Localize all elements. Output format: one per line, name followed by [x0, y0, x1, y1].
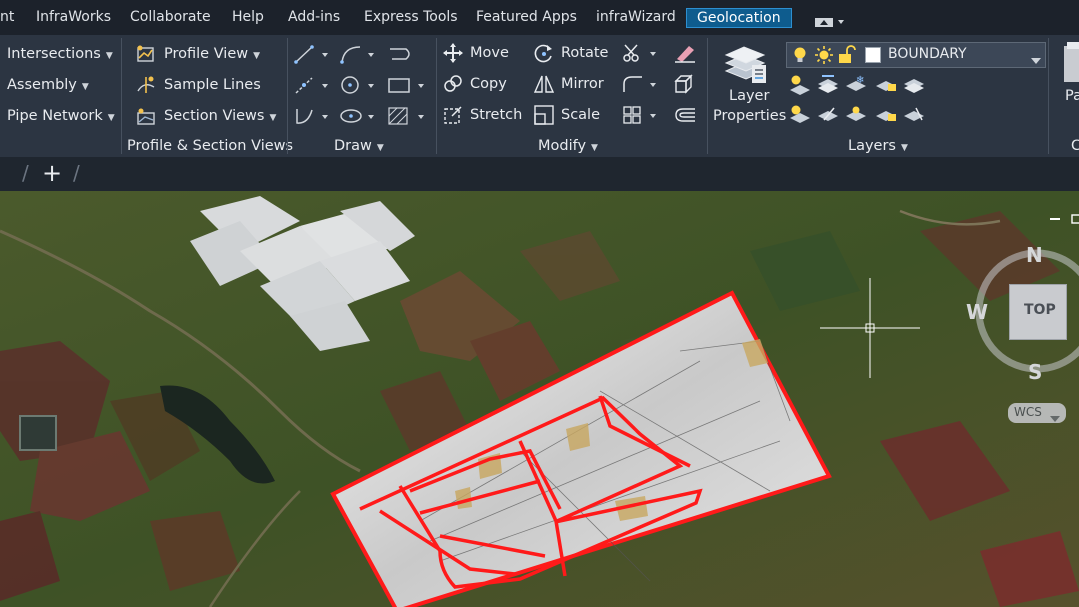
fillet-icon[interactable]: [622, 74, 662, 98]
intersections-button[interactable]: Intersections ▼: [7, 46, 113, 62]
layer-dropdown[interactable]: BOUNDARY: [786, 42, 1046, 68]
trim-icon[interactable]: [622, 43, 662, 67]
paste-icon[interactable]: [1062, 42, 1079, 86]
copy-button[interactable]: Copy: [470, 76, 507, 92]
scale-button[interactable]: Scale: [561, 107, 600, 123]
current-layer-name: BOUNDARY: [888, 46, 967, 62]
stretch-button[interactable]: Stretch: [470, 107, 522, 123]
panel-separator: [121, 38, 122, 154]
profile-section-panel-title[interactable]: Profile & Section Views: [127, 138, 293, 154]
sample-lines-icon: [136, 75, 156, 99]
panel-separator: [436, 38, 437, 154]
layer-properties-label-2[interactable]: Properties: [713, 108, 786, 124]
viewport-minimize-icon[interactable]: [1050, 209, 1079, 228]
profile-view-icon: [136, 44, 156, 68]
clipboard-title-partial[interactable]: C: [1071, 138, 1079, 154]
polyline-icon[interactable]: [386, 44, 416, 68]
layer-tools-grid[interactable]: ❄: [788, 72, 938, 128]
sun-icon[interactable]: [814, 45, 834, 69]
menu-tab-collaborate[interactable]: Collaborate: [130, 9, 211, 25]
ellipse-icon[interactable]: [340, 106, 380, 130]
section-views-icon: [136, 106, 156, 130]
hatch-icon[interactable]: [386, 106, 430, 130]
viewcube-top-face[interactable]: TOP: [1009, 284, 1067, 340]
tab-divider: /: [22, 161, 29, 185]
ribbon-toggle-icon[interactable]: [814, 13, 846, 32]
stretch-icon: [443, 105, 463, 129]
bulb-on-icon[interactable]: [792, 46, 808, 68]
draw-panel-title[interactable]: Draw ▼: [334, 138, 384, 154]
menu-bar: nt InfraWorks Collaborate Help Add-ins E…: [0, 0, 1079, 35]
mirror-icon: [533, 74, 555, 98]
rotate-icon: [534, 43, 554, 67]
menu-tab-express-tools[interactable]: Express Tools: [364, 9, 458, 25]
chevron-down-icon[interactable]: [1050, 409, 1060, 428]
menu-tab-infraworks[interactable]: InfraWorks: [36, 9, 111, 25]
copy-icon: [443, 74, 463, 98]
arc-icon[interactable]: [340, 44, 380, 68]
line-icon[interactable]: [294, 44, 330, 68]
rectangle-icon[interactable]: [386, 75, 430, 99]
aerial-map-background: [0, 191, 1079, 607]
viewcube-top-label: TOP: [1024, 302, 1056, 318]
scale-icon: [534, 105, 554, 129]
file-tab-strip: / + /: [0, 157, 1079, 191]
menu-tab-partial[interactable]: nt: [0, 9, 14, 25]
circle-icon[interactable]: [340, 75, 380, 99]
spline-icon[interactable]: [294, 106, 330, 130]
panel-separator: [707, 38, 708, 154]
svg-text:❄: ❄: [856, 75, 864, 86]
erase-icon[interactable]: [673, 43, 697, 67]
sample-lines-button[interactable]: Sample Lines: [164, 77, 261, 93]
chevron-down-icon[interactable]: [1031, 51, 1041, 70]
layer-properties-icon: [722, 41, 770, 91]
panel-separator: [1048, 38, 1049, 154]
mirror-button[interactable]: Mirror: [561, 76, 604, 92]
offset-icon[interactable]: [673, 105, 697, 129]
layer-color-swatch[interactable]: [865, 47, 881, 67]
compass-south[interactable]: S: [1028, 360, 1042, 384]
menu-tab-geolocation[interactable]: Geolocation: [686, 8, 792, 28]
layers-panel-title[interactable]: Layers ▼: [848, 138, 908, 154]
paste-label-partial[interactable]: Pa: [1065, 88, 1079, 104]
pipe-network-button[interactable]: Pipe Network ▼: [7, 108, 115, 124]
menu-tab-addins[interactable]: Add-ins: [288, 9, 340, 25]
layer-properties-label-1[interactable]: Layer: [729, 88, 769, 104]
construction-line-icon[interactable]: [294, 75, 330, 99]
crosshair-cursor: [820, 278, 920, 378]
menu-tab-infrawizard[interactable]: infraWizard: [596, 9, 676, 25]
menu-tab-help[interactable]: Help: [232, 9, 264, 25]
array-icon[interactable]: [622, 105, 662, 129]
compass-west[interactable]: W: [966, 300, 988, 324]
assembly-button[interactable]: Assembly ▼: [7, 77, 89, 93]
drawing-viewport[interactable]: N W S TOP WCS: [0, 191, 1079, 607]
tab-divider: /: [73, 161, 80, 185]
new-tab-button[interactable]: +: [42, 159, 62, 187]
unlock-icon[interactable]: [838, 45, 856, 69]
menu-tab-featured-apps[interactable]: Featured Apps: [476, 9, 577, 25]
viewcube[interactable]: N W S TOP: [966, 239, 1079, 399]
panel-separator: [287, 38, 288, 154]
section-views-button[interactable]: Section Views ▼: [164, 108, 276, 124]
modify-panel-title[interactable]: Modify ▼: [538, 138, 598, 154]
rotate-button[interactable]: Rotate: [561, 45, 608, 61]
solid-box-icon[interactable]: [673, 74, 697, 98]
profile-view-button[interactable]: Profile View ▼: [164, 46, 260, 62]
wcs-dropdown[interactable]: WCS: [1008, 403, 1066, 423]
move-button[interactable]: Move: [470, 45, 509, 61]
compass-north[interactable]: N: [1026, 243, 1043, 267]
wcs-label: WCS: [1014, 405, 1042, 419]
move-icon: [443, 43, 463, 67]
